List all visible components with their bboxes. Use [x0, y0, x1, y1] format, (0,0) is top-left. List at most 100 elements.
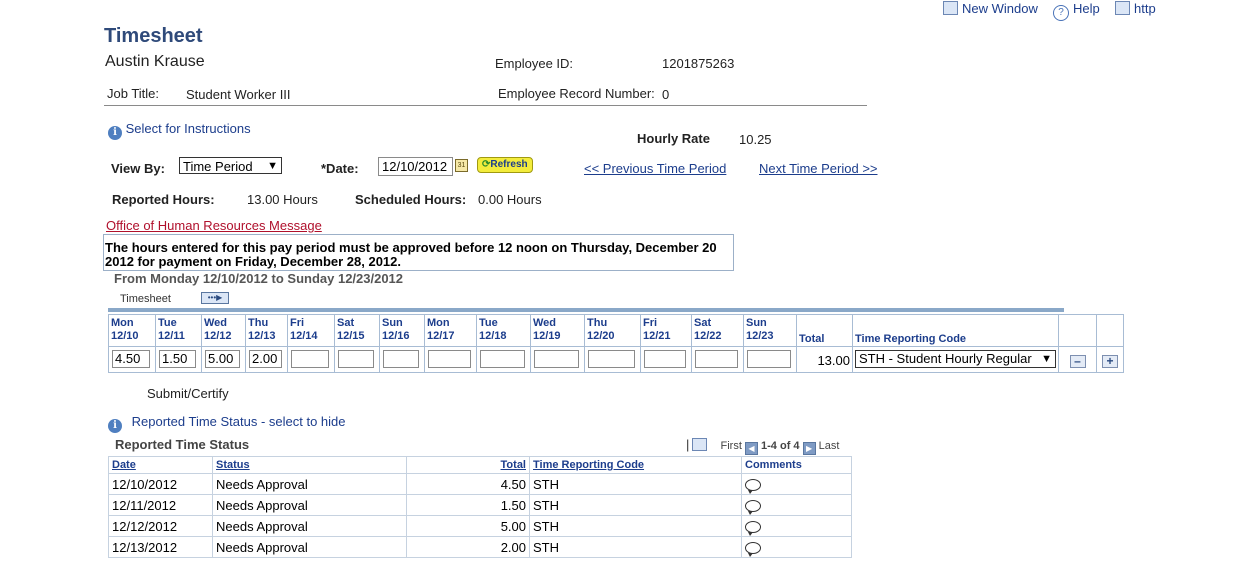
hourly-rate-label: Hourly Rate: [637, 131, 710, 146]
hours-input[interactable]: [291, 350, 329, 368]
popup-icon[interactable]: [692, 438, 708, 451]
job-title-label: Job Title:: [107, 86, 160, 101]
status-header-row: Date Status Total Time Reporting Code Co…: [108, 456, 852, 474]
day-header: Mon 12/10: [111, 317, 139, 342]
day-header: Fri 12/14: [290, 317, 318, 342]
hours-input[interactable]: [534, 350, 579, 368]
hours-input[interactable]: [428, 350, 471, 368]
tab-timesheet[interactable]: Timesheet: [120, 293, 171, 305]
day-header: Wed 12/12: [204, 317, 232, 342]
comments-column-header: Comments: [745, 459, 802, 471]
hr-message-link[interactable]: Office of Human Resources Message: [106, 218, 322, 233]
hours-input[interactable]: [644, 350, 686, 368]
trc-header: Time Reporting Code: [855, 333, 967, 345]
page-link-icon: [1115, 1, 1130, 15]
status-table: Date Status Total Time Reporting Code Co…: [108, 456, 852, 558]
next-period-link[interactable]: Next Time Period >>: [759, 161, 878, 176]
hours-input[interactable]: [747, 350, 791, 368]
pager-last[interactable]: Last: [819, 440, 840, 452]
day-header: Tue 12/11: [158, 317, 185, 342]
total-column-header[interactable]: Total: [501, 459, 526, 471]
status-title: Reported Time Status: [115, 437, 250, 452]
day-header: Tue 12/18: [479, 317, 507, 342]
grid-top-bar: [108, 308, 1064, 312]
status-toggle-link[interactable]: i Reported Time Status - select to hide: [108, 414, 346, 433]
pager-range: 1-4 of 4: [761, 440, 800, 452]
timesheet-grid: Mon 12/10 Tue 12/11 Wed 12/12 Thu 12/13 Fri 1…: [108, 314, 1124, 373]
next-icon[interactable]: ▶: [802, 442, 816, 455]
refresh-button[interactable]: ⟳Refresh: [477, 157, 533, 173]
comment-icon[interactable]: [745, 499, 761, 515]
record-number-label: Employee Record Number:: [498, 86, 655, 101]
trc-select[interactable]: STH - Student Hourly Regular ▼: [855, 350, 1056, 368]
date-label: *Date:: [321, 161, 359, 176]
trc-column-header[interactable]: Time Reporting Code: [533, 459, 644, 471]
day-header: Sun 12/16: [382, 317, 410, 342]
chevron-down-icon: ▼: [1041, 353, 1052, 365]
table-row: 12/10/2012 Needs Approval 4.50 STH: [108, 473, 852, 495]
hours-input[interactable]: [695, 350, 738, 368]
timesheet-header-row: Mon 12/10 Tue 12/11 Wed 12/12 Thu 12/13 Fri 1…: [108, 314, 1124, 347]
hourly-rate-value: 10.25: [739, 132, 772, 147]
day-header: Mon 12/17: [427, 317, 455, 342]
day-header: Sun 12/23: [746, 317, 774, 342]
delete-row-button[interactable]: –: [1069, 355, 1086, 368]
table-row: 12/11/2012 Needs Approval 1.50 STH: [108, 494, 852, 516]
hours-input[interactable]: [480, 350, 525, 368]
scheduled-hours-value: 0.00 Hours: [478, 192, 542, 207]
previous-icon[interactable]: ◀: [744, 442, 758, 455]
status-column-header[interactable]: Status: [216, 459, 250, 471]
total-header: Total: [799, 333, 825, 345]
http-link[interactable]: http: [1115, 1, 1156, 16]
period-range: From Monday 12/10/2012 to Sunday 12/23/2…: [114, 271, 404, 286]
help-link[interactable]: ? Help: [1053, 1, 1100, 21]
hours-input[interactable]: [383, 350, 419, 368]
employee-id-label: Employee ID:: [495, 56, 574, 71]
help-icon: ?: [1053, 5, 1069, 21]
page-title: Timesheet: [104, 25, 203, 47]
view-by-select[interactable]: Time Period ▼: [179, 157, 282, 174]
info-icon: i: [108, 419, 122, 433]
calendar-icon[interactable]: 31: [455, 159, 468, 172]
comment-icon[interactable]: [745, 520, 761, 536]
job-title-value: Student Worker III: [186, 87, 291, 102]
date-column-header[interactable]: Date: [112, 459, 136, 471]
pager-first[interactable]: First: [721, 440, 742, 452]
hours-input[interactable]: 4.50: [112, 350, 150, 368]
row-total: 13.00: [796, 346, 853, 373]
hours-input[interactable]: 5.00: [205, 350, 240, 368]
day-header: Wed 12/19: [533, 317, 561, 342]
date-input[interactable]: 12/10/2012: [378, 157, 453, 176]
scheduled-hours-label: Scheduled Hours:: [355, 192, 467, 207]
hr-message-box: The hours entered for this pay period mu…: [103, 234, 734, 271]
day-header: Fri 12/21: [643, 317, 671, 342]
record-number-value: 0: [662, 87, 670, 102]
reported-hours-label: Reported Hours:: [112, 192, 215, 207]
timesheet-entry-row: 4.50 1.50 5.00 2.00 13.00 STH - Student …: [108, 346, 1124, 373]
day-header: Thu 12/13: [248, 317, 276, 342]
new-window-icon: [943, 1, 958, 15]
status-pager: | First ◀ 1-4 of 4 ▶ Last: [686, 437, 840, 455]
previous-period-link[interactable]: << Previous Time Period: [584, 161, 726, 176]
new-window-link[interactable]: New Window: [943, 1, 1038, 16]
submit-certify-button[interactable]: Submit/Certify: [147, 386, 229, 401]
table-row: 12/12/2012 Needs Approval 5.00 STH: [108, 515, 852, 537]
hours-input[interactable]: [588, 350, 635, 368]
hours-input[interactable]: 2.00: [249, 350, 282, 368]
day-header: Thu 12/20: [587, 317, 615, 342]
hours-input[interactable]: [338, 350, 374, 368]
add-row-button[interactable]: +: [1102, 355, 1118, 368]
show-all-columns-icon[interactable]: •••▶: [201, 292, 229, 304]
instructions-link[interactable]: i Select for Instructions: [108, 121, 251, 140]
info-icon: i: [108, 126, 122, 140]
table-row: 12/13/2012 Needs Approval 2.00 STH: [108, 536, 852, 558]
hours-input[interactable]: 1.50: [159, 350, 196, 368]
day-header: Sat 12/15: [337, 317, 365, 342]
employee-id-value: 1201875263: [662, 56, 735, 71]
header-divider: [104, 105, 867, 106]
view-by-label: View By:: [111, 161, 165, 176]
day-header: Sat 12/22: [694, 317, 722, 342]
comment-icon[interactable]: [745, 478, 761, 494]
hr-message-line-2: 2012 for payment on Friday, December 28,…: [105, 254, 402, 269]
comment-icon[interactable]: [745, 541, 761, 557]
